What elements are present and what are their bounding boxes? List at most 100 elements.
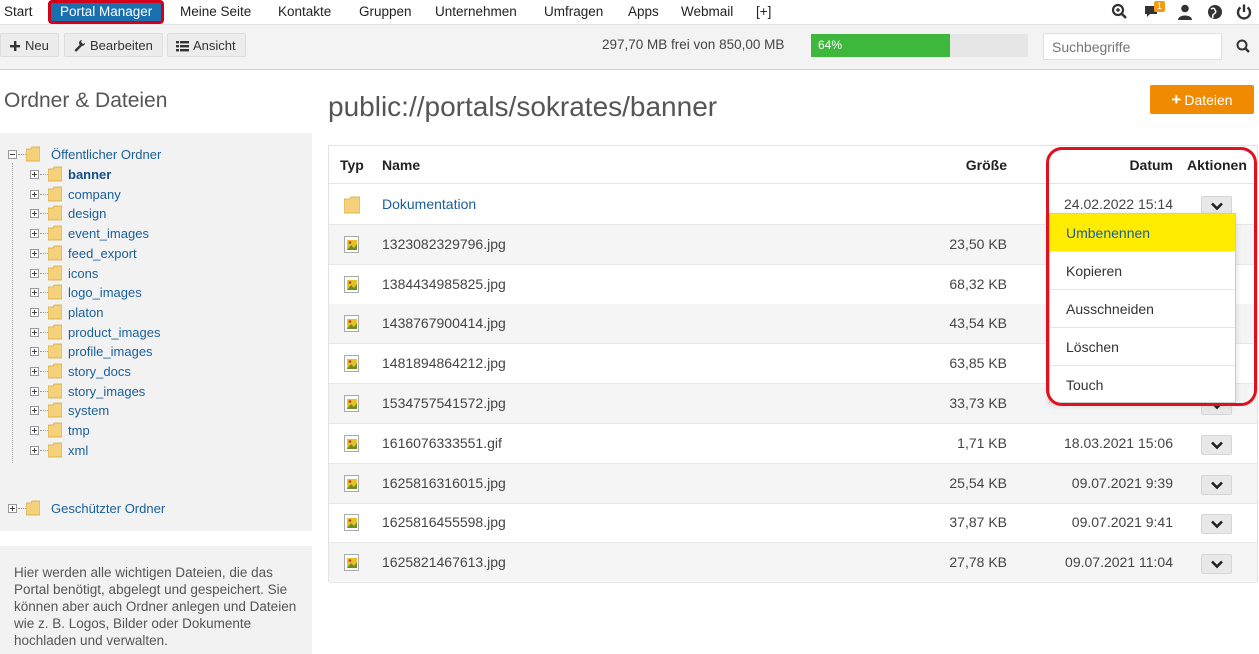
- table-row[interactable]: 1625816455598.jpg 37,87 KB 09.07.2021 9:41: [329, 503, 1257, 544]
- nav-apps[interactable]: Apps: [628, 0, 659, 24]
- file-name[interactable]: 1625816316015.jpg: [382, 475, 506, 491]
- view-button[interactable]: Ansicht: [167, 33, 246, 57]
- file-name[interactable]: 1616076333551.gif: [382, 435, 502, 451]
- file-name[interactable]: 1384434985825.jpg: [382, 276, 506, 292]
- actions-dropdown-button[interactable]: [1201, 434, 1232, 455]
- expand-toggle[interactable]: [30, 347, 39, 357]
- tree-label[interactable]: company: [68, 187, 121, 202]
- file-name[interactable]: 1323082329796.jpg: [382, 236, 506, 252]
- expand-toggle[interactable]: [30, 170, 39, 179]
- edit-button[interactable]: Bearbeiten: [64, 33, 163, 57]
- user-icon[interactable]: [1176, 3, 1194, 21]
- tree-label[interactable]: profile_images: [68, 344, 153, 359]
- globe-icon[interactable]: [1206, 3, 1224, 21]
- menu-item-copy[interactable]: Kopieren: [1050, 252, 1235, 290]
- tree-label[interactable]: platon: [68, 305, 103, 320]
- file-size: 33,73 KB: [949, 395, 1007, 411]
- expand-toggle[interactable]: [30, 229, 39, 239]
- expand-toggle[interactable]: [30, 288, 39, 298]
- actions-dropdown-button[interactable]: [1201, 554, 1232, 575]
- nav-kontakte[interactable]: Kontakte: [278, 0, 331, 24]
- file-size: 63,85 KB: [949, 355, 1007, 372]
- tree-label-public[interactable]: Öffentlicher Ordner: [51, 147, 161, 162]
- search-icon[interactable]: [1228, 33, 1259, 60]
- tree-label[interactable]: event_images: [68, 226, 149, 241]
- file-name[interactable]: Dokumentation: [382, 196, 476, 212]
- nav-unternehmen[interactable]: Unternehmen: [435, 0, 517, 24]
- search-input[interactable]: [1043, 33, 1222, 60]
- tree-label[interactable]: banner: [68, 167, 111, 182]
- tree-label[interactable]: xml: [68, 443, 88, 458]
- folder-icon: [48, 225, 62, 241]
- file-size: 25,54 KB: [949, 474, 1007, 491]
- nav-gruppen[interactable]: Gruppen: [359, 0, 412, 24]
- file-size: 1,71 KB: [957, 434, 1007, 451]
- actions-dropdown-button[interactable]: [1201, 474, 1232, 495]
- folder-tree: Öffentlicher Ordner banner company design e…: [0, 133, 312, 531]
- nav-portal-manager[interactable]: Portal Manager: [48, 0, 165, 24]
- col-name[interactable]: Name: [382, 157, 420, 173]
- file-name[interactable]: 1625816455598.jpg: [382, 514, 506, 530]
- expand-toggle[interactable]: [30, 189, 39, 199]
- power-icon[interactable]: [1235, 3, 1253, 21]
- collapse-toggle[interactable]: [8, 150, 17, 159]
- nav-webmail[interactable]: Webmail: [681, 0, 733, 24]
- expand-toggle[interactable]: [30, 268, 39, 278]
- file-name[interactable]: 1481894864212.jpg: [382, 355, 506, 371]
- actions-dropdown-button[interactable]: [1201, 514, 1232, 535]
- expand-toggle[interactable]: [30, 367, 39, 376]
- col-type[interactable]: Typ: [340, 157, 364, 173]
- expand-toggle[interactable]: [30, 327, 39, 337]
- nav-start[interactable]: Start: [4, 0, 33, 24]
- file-size: 68,32 KB: [949, 275, 1007, 292]
- table-row[interactable]: 1616076333551.gif 1,71 KB 18.03.2021 15:06: [329, 424, 1257, 464]
- file-name[interactable]: 1534757541572.jpg: [382, 395, 506, 411]
- menu-item-rename[interactable]: Umbenennen: [1050, 214, 1235, 252]
- expand-toggle[interactable]: [30, 445, 39, 455]
- image-file-icon: [344, 514, 359, 532]
- menu-item-cut[interactable]: Ausschneiden: [1050, 290, 1235, 328]
- zoom-icon[interactable]: [1111, 3, 1129, 21]
- expand-toggle[interactable]: [30, 248, 39, 258]
- file-name[interactable]: 1625821467613.jpg: [382, 554, 506, 570]
- col-size[interactable]: Größe: [966, 157, 1007, 173]
- tree-label[interactable]: tmp: [68, 423, 90, 438]
- expand-toggle[interactable]: [30, 406, 39, 416]
- tree-label[interactable]: design: [68, 206, 106, 221]
- file-size: 23,50 KB: [949, 235, 1007, 252]
- tree-label[interactable]: system: [68, 403, 109, 418]
- file-name[interactable]: 1438767900414.jpg: [382, 315, 506, 331]
- chevron-down-icon: [1211, 560, 1223, 569]
- nav-more[interactable]: [+]: [756, 0, 771, 24]
- expand-toggle[interactable]: [30, 426, 39, 436]
- image-file-icon: [344, 474, 359, 492]
- sidebar-title: Ordner & Dateien: [4, 89, 168, 112]
- tree-label[interactable]: icons: [68, 266, 98, 281]
- folder-icon: [48, 363, 62, 379]
- tree-label[interactable]: logo_images: [68, 285, 142, 300]
- table-row[interactable]: 1625816316015.jpg 25,54 KB 09.07.2021 9:39: [329, 463, 1257, 504]
- tree-label[interactable]: story_images: [68, 384, 145, 399]
- tree-label[interactable]: feed_export: [68, 246, 137, 261]
- table-row[interactable]: 1625821467613.jpg 27,78 KB 09.07.2021 11:0…: [329, 543, 1257, 584]
- expand-toggle[interactable]: [30, 209, 39, 219]
- menu-item-touch[interactable]: Touch: [1050, 366, 1235, 404]
- add-files-button[interactable]: + Dateien: [1150, 85, 1254, 114]
- col-actions: Aktionen: [1187, 157, 1247, 173]
- new-button[interactable]: Neu: [0, 33, 59, 57]
- tree-label-protected[interactable]: Geschützter Ordner: [51, 501, 165, 516]
- col-date[interactable]: Datum: [1129, 157, 1173, 173]
- storage-quota-text: 297,70 MB frei von 850,00 MB: [602, 37, 785, 52]
- expand-toggle[interactable]: [8, 504, 17, 513]
- nav-meine-seite[interactable]: Meine Seite: [180, 0, 251, 24]
- folder-icon: [26, 146, 40, 162]
- folder-icon: [48, 442, 62, 458]
- expand-toggle[interactable]: [30, 386, 39, 396]
- current-path: public://portals/sokrates/banner: [328, 91, 718, 122]
- folder-icon: [48, 245, 62, 261]
- tree-label[interactable]: story_docs: [68, 364, 131, 379]
- tree-label[interactable]: product_images: [68, 325, 161, 340]
- expand-toggle[interactable]: [30, 307, 39, 317]
- menu-item-delete[interactable]: Löschen: [1050, 328, 1235, 366]
- nav-umfragen[interactable]: Umfragen: [544, 0, 603, 24]
